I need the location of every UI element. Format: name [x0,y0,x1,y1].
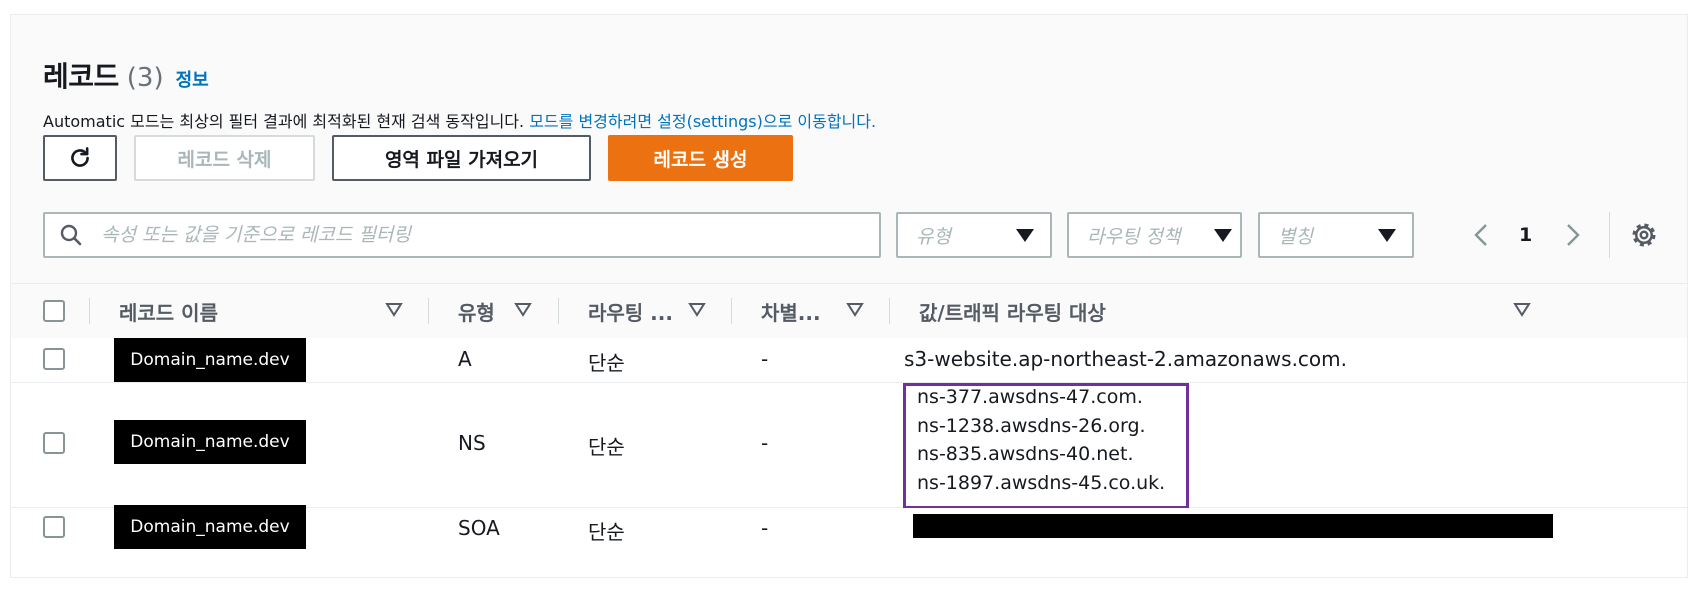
create-record-button[interactable]: 레코드 생성 [608,135,793,181]
delete-record-button[interactable]: 레코드 삭제 [134,135,315,181]
previous-page-button[interactable] [1471,212,1491,258]
record-type: A [458,347,472,371]
type-filter-placeholder: 유형 [916,225,951,248]
sort-icon[interactable] [688,301,706,319]
refresh-icon [71,147,89,167]
refresh-button[interactable] [43,135,117,181]
routing-filter-placeholder: 라우팅 정책 [1087,225,1181,248]
row-checkbox[interactable] [43,432,65,454]
chevron-right-icon [1567,224,1580,246]
caret-down-icon [1214,228,1232,242]
row-checkbox[interactable] [43,348,65,370]
select-all-checkbox[interactable] [43,300,65,322]
record-routing: 단순 [588,435,625,459]
column-divider [558,298,559,324]
record-routing: 단순 [588,520,625,544]
caret-down-icon [1378,228,1396,242]
column-header-differentiator[interactable]: 차별... [761,284,821,338]
description-text: Automatic 모드는 최상의 필터 결과에 최적화된 현재 검색 동작입니… [43,112,525,131]
column-divider [428,298,429,324]
import-zone-file-button[interactable]: 영역 파일 가져오기 [332,135,591,181]
sort-icon[interactable] [846,301,864,319]
sort-icon[interactable] [385,301,403,319]
column-header-routing[interactable]: 라우팅 ... [588,284,673,338]
record-count: (3) [126,63,164,93]
next-page-button[interactable] [1563,212,1583,258]
record-type: NS [458,431,486,455]
alias-filter-select[interactable]: 별칭 [1258,212,1414,258]
preferences-button[interactable] [1629,220,1659,254]
column-header-value[interactable]: 값/트래픽 라우팅 대상 [919,284,1106,338]
record-value: s3-website.ap-northeast-2.amazonaws.com. [904,347,1348,371]
table-row[interactable]: Domain_name.dev A 단순 - s3-website.ap-nor… [11,338,1687,383]
record-differentiator: - [761,347,769,371]
row-checkbox[interactable] [43,516,65,538]
highlight-box [903,383,1189,509]
routing-policy-filter-select[interactable]: 라우팅 정책 [1067,212,1242,258]
search-input[interactable] [99,223,843,247]
current-page-number[interactable]: 1 [1519,212,1532,258]
column-header-type[interactable]: 유형 [458,284,495,338]
toolbar-divider [1609,212,1610,258]
column-divider [731,298,732,324]
record-name[interactable]: Domain_name.dev [114,338,306,382]
table-row[interactable]: Domain_name.dev NS 단순 - ns-377.awsdns-47… [11,383,1687,509]
table-header: 레코드 이름 유형 라우팅 ... 차별... 값/트래픽 라우팅 대상 [11,283,1687,339]
alias-filter-placeholder: 별칭 [1278,225,1313,248]
record-name[interactable]: Domain_name.dev [114,420,306,464]
type-filter-select[interactable]: 유형 [896,212,1052,258]
records-panel: 레코드 (3) 정보 Automatic 모드는 최상의 필터 결과에 최적화된… [10,14,1688,578]
record-name[interactable]: Domain_name.dev [114,505,306,549]
gear-icon [1632,223,1656,247]
search-box[interactable] [43,212,881,258]
sort-icon[interactable] [514,301,532,319]
caret-down-icon [1016,228,1034,242]
record-differentiator: - [761,431,769,455]
description: Automatic 모드는 최상의 필터 결과에 최적화된 현재 검색 동작입니… [43,108,876,132]
column-divider [889,298,890,324]
info-link[interactable]: 정보 [176,66,209,92]
record-routing: 단순 [588,351,625,375]
sort-icon[interactable] [1513,301,1531,319]
settings-link[interactable]: 모드를 변경하려면 설정(settings)으로 이동합니다. [529,112,876,131]
table-row[interactable]: Domain_name.dev SOA 단순 - [11,505,1687,577]
record-type: SOA [458,516,500,540]
search-icon [59,221,87,249]
column-header-record-name[interactable]: 레코드 이름 [119,284,218,338]
redacted-value [913,514,1553,538]
chevron-left-icon [1474,224,1487,246]
page-title: 레코드 [43,60,119,93]
record-differentiator: - [761,516,769,540]
column-divider [89,298,90,324]
header: 레코드 (3) 정보 [43,55,209,95]
